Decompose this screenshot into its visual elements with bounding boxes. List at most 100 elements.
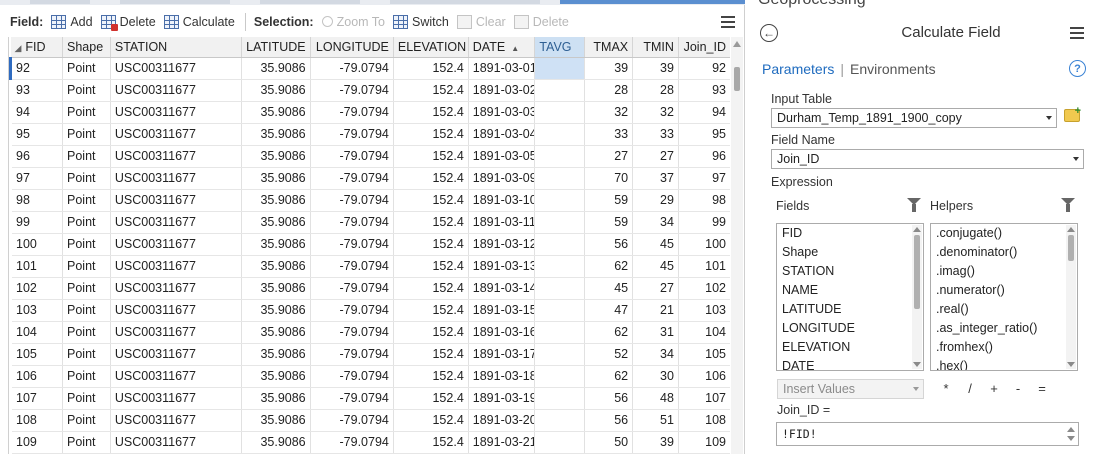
switch-selection-button[interactable]: Switch bbox=[389, 11, 453, 33]
cell-join-id[interactable]: 98 bbox=[678, 189, 730, 212]
cell-elevation[interactable]: 152.4 bbox=[393, 409, 469, 432]
cell-longitude[interactable]: -79.0794 bbox=[310, 365, 394, 388]
fields-list-scrollbar[interactable] bbox=[912, 225, 922, 369]
fields-list[interactable]: FID Shape STATION NAME LATITUDE LONGITUDE ELEV… bbox=[776, 223, 924, 371]
cell-tavg[interactable] bbox=[534, 57, 586, 80]
cell-join-id[interactable]: 96 bbox=[678, 145, 730, 168]
cell-date[interactable]: 1891-03-16 bbox=[468, 321, 536, 344]
cell-station[interactable]: USC00311677 bbox=[110, 211, 242, 234]
browse-folder-icon[interactable] bbox=[1064, 105, 1081, 122]
cell-longitude[interactable]: -79.0794 bbox=[310, 277, 394, 300]
cell-latitude[interactable]: 35.9086 bbox=[241, 233, 311, 256]
column-header-tmin[interactable]: TMIN bbox=[632, 37, 679, 58]
cell-station[interactable]: USC00311677 bbox=[110, 321, 242, 344]
cell-tmin[interactable]: 33 bbox=[632, 123, 679, 146]
cell-station[interactable]: USC00311677 bbox=[110, 255, 242, 278]
helper-list-item[interactable]: .denominator() bbox=[931, 243, 1077, 262]
cell-shape[interactable]: Point bbox=[62, 145, 111, 168]
cell-join-id[interactable]: 107 bbox=[678, 387, 730, 410]
cell-join-id[interactable]: 104 bbox=[678, 321, 730, 344]
cell-latitude[interactable]: 35.9086 bbox=[241, 189, 311, 212]
cell-tmax[interactable]: 28 bbox=[584, 79, 634, 102]
column-header-latitude[interactable]: LATITUDE bbox=[241, 37, 311, 58]
cell-latitude[interactable]: 35.9086 bbox=[241, 145, 311, 168]
cell-longitude[interactable]: -79.0794 bbox=[310, 233, 394, 256]
cell-join-id[interactable]: 100 bbox=[678, 233, 730, 256]
cell-tavg[interactable] bbox=[534, 211, 586, 234]
cell-longitude[interactable]: -79.0794 bbox=[310, 57, 394, 80]
cell-date[interactable]: 1891-03-14 bbox=[468, 277, 536, 300]
pane-menu-icon[interactable] bbox=[1070, 27, 1084, 39]
field-list-item[interactable]: LONGITUDE bbox=[777, 319, 923, 338]
cell-tmax[interactable]: 59 bbox=[584, 211, 634, 234]
cell-shape[interactable]: Point bbox=[62, 277, 111, 300]
cell-tmax[interactable]: 70 bbox=[584, 167, 634, 190]
cell-longitude[interactable]: -79.0794 bbox=[310, 409, 394, 432]
cell-tavg[interactable] bbox=[534, 299, 586, 322]
column-header-tmax[interactable]: TMAX bbox=[584, 37, 634, 58]
calculate-field-button[interactable]: Calculate bbox=[160, 11, 239, 33]
cell-tavg[interactable] bbox=[534, 255, 586, 278]
table-row[interactable]: 92 Point USC00311677 35.9086 -79.0794 152.4 18… bbox=[9, 57, 730, 80]
cell-date[interactable]: 1891-03-03 bbox=[468, 101, 536, 124]
view-tab[interactable] bbox=[260, 0, 360, 4]
delete-field-button[interactable]: Delete bbox=[97, 11, 160, 33]
table-row[interactable]: 93 Point USC00311677 35.9086 -79.0794 152.4 18… bbox=[10, 79, 730, 102]
cell-longitude[interactable]: -79.0794 bbox=[310, 343, 394, 366]
cell-tavg[interactable] bbox=[534, 189, 586, 212]
cell-shape[interactable]: Point bbox=[62, 431, 111, 454]
cell-longitude[interactable]: -79.0794 bbox=[310, 189, 394, 212]
cell-date[interactable]: 1891-03-05 bbox=[468, 145, 536, 168]
cell-station[interactable]: USC00311677 bbox=[110, 145, 242, 168]
helper-list-item[interactable]: .hex() bbox=[931, 357, 1077, 370]
cell-date[interactable]: 1891-03-04 bbox=[468, 123, 536, 146]
cell-tmax[interactable]: 62 bbox=[584, 365, 634, 388]
cell-shape[interactable]: Point bbox=[62, 233, 111, 256]
cell-longitude[interactable]: -79.0794 bbox=[310, 255, 394, 278]
cell-join-id[interactable]: 101 bbox=[678, 255, 730, 278]
table-row[interactable]: 102 Point USC00311677 35.9086 -79.0794 152.4 1… bbox=[10, 277, 730, 300]
cell-date[interactable]: 1891-03-09 bbox=[468, 167, 536, 190]
cell-join-id[interactable]: 97 bbox=[678, 167, 730, 190]
cell-tmin[interactable]: 27 bbox=[632, 145, 679, 168]
cell-station[interactable]: USC00311677 bbox=[110, 167, 242, 190]
cell-tmax[interactable]: 33 bbox=[584, 123, 634, 146]
add-field-button[interactable]: Add bbox=[47, 11, 96, 33]
cell-join-id[interactable]: 93 bbox=[678, 79, 730, 102]
table-vertical-scrollbar[interactable] bbox=[731, 37, 743, 454]
cell-elevation[interactable]: 152.4 bbox=[393, 145, 469, 168]
cell-station[interactable]: USC00311677 bbox=[110, 409, 242, 432]
helper-list-item[interactable]: .imag() bbox=[931, 262, 1077, 281]
cell-shape[interactable]: Point bbox=[62, 79, 111, 102]
table-row[interactable]: 99 Point USC00311677 35.9086 -79.0794 152.4 18… bbox=[10, 211, 730, 234]
column-header-elevation[interactable]: ELEVATION bbox=[393, 37, 469, 58]
cell-tavg[interactable] bbox=[534, 321, 586, 344]
cell-tmin[interactable]: 34 bbox=[632, 343, 679, 366]
table-row[interactable]: 109 Point USC00311677 35.9086 -79.0794 152.4 1… bbox=[10, 431, 730, 454]
scroll-down-icon[interactable] bbox=[913, 362, 921, 367]
cell-fid[interactable]: 105 bbox=[10, 343, 64, 366]
cell-longitude[interactable]: -79.0794 bbox=[310, 321, 394, 344]
cell-fid[interactable]: 98 bbox=[10, 189, 64, 212]
cell-latitude[interactable]: 35.9086 bbox=[241, 277, 311, 300]
cell-fid[interactable]: 106 bbox=[10, 365, 64, 388]
cell-station[interactable]: USC00311677 bbox=[110, 277, 242, 300]
column-header-shape[interactable]: Shape bbox=[62, 37, 111, 58]
cell-fid[interactable]: 108 bbox=[10, 409, 64, 432]
table-row[interactable]: 98 Point USC00311677 35.9086 -79.0794 152.4 18… bbox=[10, 189, 730, 212]
cell-join-id[interactable]: 94 bbox=[678, 101, 730, 124]
cell-join-id[interactable]: 92 bbox=[678, 57, 730, 80]
cell-longitude[interactable]: -79.0794 bbox=[310, 145, 394, 168]
table-menu-icon[interactable] bbox=[721, 15, 735, 28]
cell-station[interactable]: USC00311677 bbox=[110, 123, 242, 146]
helper-list-item[interactable]: .real() bbox=[931, 300, 1077, 319]
column-header-longitude[interactable]: LONGITUDE bbox=[310, 37, 394, 58]
cell-elevation[interactable]: 152.4 bbox=[393, 387, 469, 410]
cell-tmin[interactable]: 34 bbox=[632, 211, 679, 234]
cell-fid[interactable]: 102 bbox=[10, 277, 64, 300]
table-row[interactable]: 104 Point USC00311677 35.9086 -79.0794 152.4 1… bbox=[10, 321, 730, 344]
cell-elevation[interactable]: 152.4 bbox=[393, 101, 469, 124]
cell-tavg[interactable] bbox=[534, 343, 586, 366]
table-row[interactable]: 105 Point USC00311677 35.9086 -79.0794 152.4 1… bbox=[10, 343, 730, 366]
input-table-dropdown[interactable]: Durham_Temp_1891_1900_copy bbox=[771, 108, 1057, 128]
